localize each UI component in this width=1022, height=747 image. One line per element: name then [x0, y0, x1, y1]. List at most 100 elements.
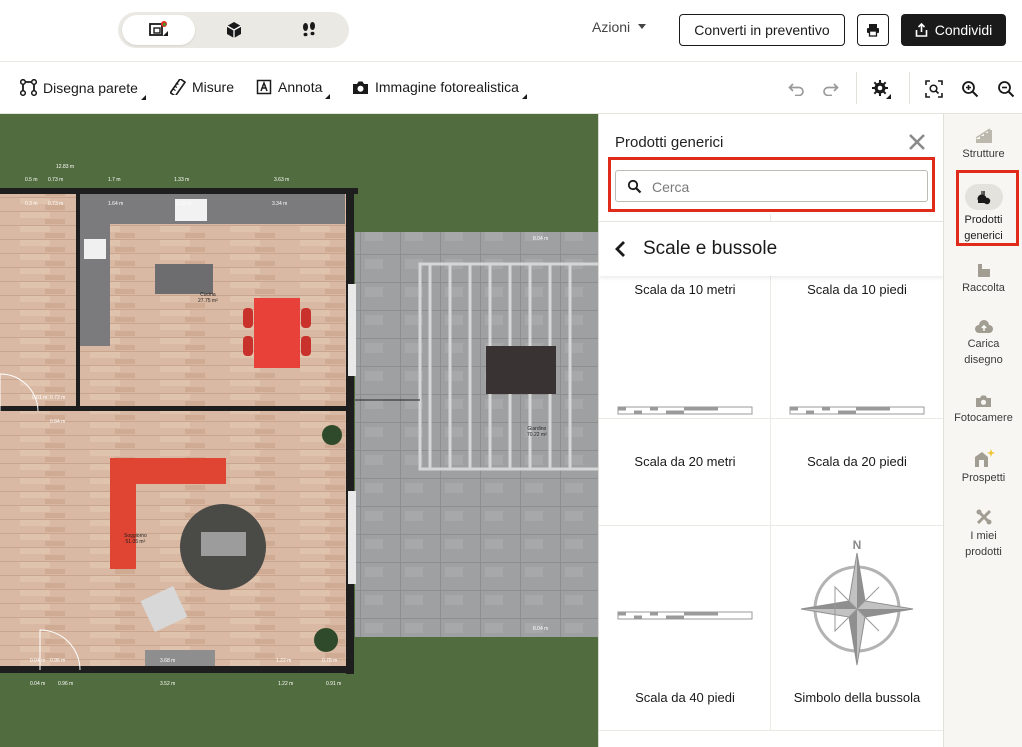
search-field[interactable] [615, 170, 928, 202]
dimension-label: 0.96 m [58, 681, 74, 687]
dimension-label: 1.33 m [174, 177, 190, 183]
actions-label: Azioni [592, 19, 631, 35]
draw-wall-tool[interactable]: Disegna parete [20, 79, 146, 100]
floor-plan-drawing [0, 188, 598, 674]
product-label: Simbolo della bussola [793, 690, 921, 705]
camera-icon [353, 81, 368, 94]
printer-icon [867, 24, 879, 37]
sidebar-item-label: Prospetti [961, 472, 1006, 484]
scale-bar-thumbnail [615, 566, 755, 666]
sidebar-item-generic-products[interactable]: Prodotti generici [944, 184, 1022, 244]
zoom-out-icon [998, 81, 1015, 98]
product-card[interactable]: Scala da 20 piedi [771, 321, 943, 526]
annotate-tool[interactable]: Annota [256, 79, 331, 99]
product-card[interactable]: Scala da 40 piedi [599, 526, 771, 731]
collection-icon [944, 262, 1022, 278]
zoom-out-button[interactable] [995, 78, 1017, 100]
dimension-label: 12.83 m [56, 164, 75, 170]
room-area: 27.75 m² [198, 298, 218, 304]
sidebar-item-label: Carica disegno [964, 338, 1003, 366]
room-label: Giardino 70.22 m² [527, 426, 547, 438]
sidebar-item-collection[interactable]: Raccolta [944, 262, 1022, 296]
product-card[interactable]: Scala da 20 metri [599, 321, 771, 526]
dimension-label: 1.7 m [108, 177, 121, 183]
camera-icon [944, 394, 1022, 408]
view-3d-button[interactable] [197, 15, 270, 45]
dimension-label: 0.78 m [322, 658, 338, 664]
product-label: Scala da 10 metri [634, 282, 736, 297]
room-area: 70.22 m² [527, 432, 547, 438]
sidebar-item-structures[interactable]: Strutture [944, 128, 1022, 162]
submenu-corner-icon [521, 94, 527, 99]
redo-icon [823, 83, 839, 96]
product-label: Scala da 20 metri [634, 454, 736, 469]
elevation-sparkle-icon [944, 448, 1022, 468]
sidebar-item-my-products[interactable]: I miei prodotti [944, 508, 1022, 560]
sidebar-item-cameras[interactable]: Fotocamere [944, 394, 1022, 426]
toolbar-divider [856, 72, 857, 104]
dimension-label: 0.72 m [50, 395, 66, 401]
print-button[interactable] [857, 14, 889, 46]
close-panel-button[interactable] [907, 132, 927, 152]
dimension-label: 1.22 m [276, 658, 292, 664]
dimension-label: 3.63 m [274, 177, 290, 183]
zoom-in-button[interactable] [959, 78, 981, 100]
scale-bar-thumbnail [787, 361, 927, 461]
photoreal-image-tool[interactable]: Immagine fotorealistica [352, 79, 527, 99]
my-products-icon [944, 508, 1022, 526]
draw-wall-icon [20, 79, 37, 96]
footsteps-icon [302, 22, 315, 37]
draw-wall-label: Disegna parete [43, 79, 138, 96]
plan-2d-icon [148, 21, 168, 36]
product-card[interactable]: N Simbolo della bussola [771, 526, 943, 731]
measures-tool[interactable]: Misure [170, 79, 234, 95]
cloud-upload-icon [944, 320, 1022, 334]
room-label: Soggiorno 51.05 m² [124, 533, 147, 545]
sidebar-item-label: Fotocamere [954, 412, 1013, 424]
product-label: Scala da 40 piedi [635, 690, 735, 705]
redo-button[interactable] [820, 78, 842, 100]
dimension-label: 0.3 m [25, 201, 38, 207]
sidebar-item-label: Prodotti generici [964, 214, 1003, 242]
view-mode-toggle [118, 12, 349, 48]
convert-to-quote-button[interactable]: Converti in preventivo [679, 14, 845, 46]
chevron-left-icon [615, 241, 625, 257]
floor-plan-canvas[interactable]: Cucina 27.75 m² Soggiorno 51.05 m² Giard… [0, 114, 598, 747]
annotate-label: Annota [278, 79, 323, 95]
view-2d-button[interactable] [122, 15, 195, 45]
sidebar-item-label: Raccolta [962, 282, 1005, 294]
dimension-label: 1.22 m [176, 201, 192, 207]
dimension-label: 1.64 m [108, 201, 124, 207]
view-walk-button[interactable] [272, 15, 345, 45]
search-icon [627, 179, 642, 199]
zoom-fit-button[interactable] [923, 78, 945, 100]
sidebar-item-upload-drawing[interactable]: Carica disegno [944, 320, 1022, 368]
zoom-fit-icon [925, 80, 943, 98]
actions-menu[interactable]: Azioni [592, 19, 647, 35]
scale-bar-thumbnail [615, 361, 755, 461]
submenu-corner-icon [325, 94, 331, 99]
share-upload-icon [915, 23, 928, 37]
back-button[interactable] [613, 240, 627, 263]
tool-bar: Disegna parete Misure Annota Immagine fo… [0, 62, 1022, 114]
panel-title: Prodotti generici [615, 134, 724, 151]
convert-to-quote-label: Converti in preventivo [694, 22, 830, 38]
ruler-icon [170, 79, 186, 95]
sidebar-item-label: I miei prodotti [965, 530, 1002, 558]
annotate-icon [256, 79, 272, 95]
share-button[interactable]: Condividi [901, 14, 1006, 46]
room-label: Cucina 27.75 m² [198, 292, 218, 304]
settings-button[interactable] [870, 78, 892, 100]
undo-button[interactable] [785, 78, 807, 100]
sidebar-item-elevations[interactable]: Prospetti [944, 448, 1022, 486]
search-input[interactable] [652, 177, 912, 197]
dimension-label: 1.22 m [278, 681, 294, 687]
dimension-label: 0.73 m [48, 201, 64, 207]
category-header: Scale e bussole [599, 222, 943, 276]
photoreal-image-label: Immagine fotorealistica [375, 79, 519, 95]
submenu-corner-icon [140, 95, 146, 100]
toolbar-divider [909, 72, 910, 104]
dimension-label: 3.52 m [160, 681, 176, 687]
close-icon [909, 134, 925, 150]
room-area: 51.05 m² [125, 539, 146, 545]
